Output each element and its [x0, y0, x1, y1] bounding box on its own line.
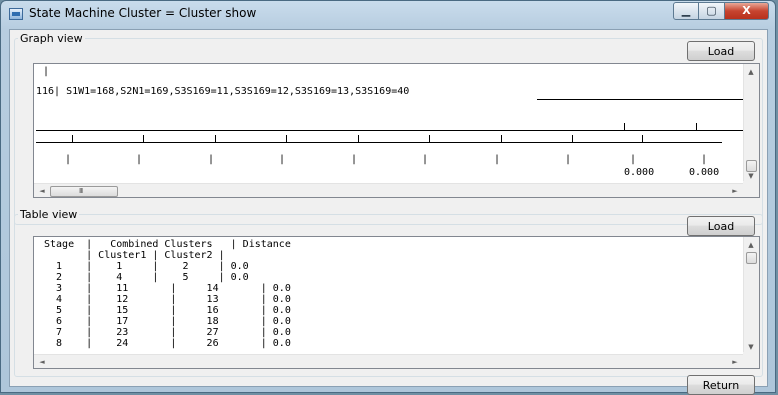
leaf-tick: | [422, 154, 429, 165]
table-row: 5 | 15 | 16 | 0.0 [44, 305, 291, 316]
leaf-tick: | [279, 154, 286, 165]
window-title: State Machine Cluster = Cluster show [29, 6, 257, 20]
close-button[interactable]: X [725, 2, 769, 20]
scroll-up-arrow-icon[interactable]: ▲ [744, 241, 758, 249]
table-load-button[interactable]: Load [687, 216, 755, 236]
dendrogram-baseline [36, 130, 743, 131]
horizontal-scroll-thumb[interactable]: III [50, 186, 118, 197]
table-header-line2: | Cluster1 | Cluster2 | [44, 250, 225, 261]
table-row: 8 | 24 | 26 | 0.0 [44, 338, 291, 349]
distance-value-right: 0.000 [689, 167, 720, 178]
leaf-tick: | [630, 154, 637, 165]
graph-horizontal-scrollbar[interactable]: ◄ III ► [34, 183, 743, 197]
dendrogram-row-line [36, 142, 722, 143]
scroll-up-arrow-icon[interactable]: ▲ [744, 68, 758, 76]
table-row: 3 | 11 | 14 | 0.0 [44, 283, 291, 294]
scroll-right-arrow-icon[interactable]: ► [728, 187, 742, 195]
graph-view-pane[interactable]: | 116| S1W1=168,S2N1=169,S3S169=11,S3S16… [33, 63, 760, 198]
table-row: 7 | 23 | 27 | 0.0 [44, 327, 291, 338]
leaf-tick: | [208, 154, 215, 165]
dendrogram-tick [696, 123, 697, 131]
table-view-pane[interactable]: Stage | Combined Clusters | Distance | C… [33, 236, 760, 369]
maximize-button[interactable]: ▢ [699, 2, 725, 20]
table-row: 6 | 17 | 18 | 0.0 [44, 316, 291, 327]
graph-load-button[interactable]: Load [687, 41, 755, 61]
dendrogram-tick [215, 135, 216, 143]
dendrogram-tick [624, 123, 625, 131]
vertical-scroll-thumb[interactable] [746, 252, 757, 264]
scroll-left-arrow-icon[interactable]: ◄ [35, 358, 49, 366]
leaf-tick: | [136, 154, 143, 165]
table-vertical-scrollbar[interactable]: ▲ ▼ [743, 237, 759, 354]
scrollbar-corner [743, 352, 759, 368]
vertical-scroll-thumb[interactable] [746, 160, 757, 172]
return-button[interactable]: Return [687, 375, 755, 395]
scroll-grip-icon: III [79, 187, 83, 195]
client-area: Graph view Load | 116| S1W1=168,S2N1=169… [9, 29, 768, 395]
leaf-tick: | [494, 154, 501, 165]
dendrogram-tick [358, 135, 359, 143]
graph-line-underline [537, 99, 743, 100]
graph-top-marker: | [43, 66, 50, 77]
dendrogram-tick [429, 135, 430, 143]
dendrogram-tick [572, 135, 573, 143]
distance-value-left: 0.000 [624, 167, 655, 178]
table-row: 4 | 12 | 13 | 0.0 [44, 294, 291, 305]
caption-buttons: ▁ ▢ X [673, 2, 769, 20]
dendrogram-tick [286, 135, 287, 143]
title-bar[interactable]: State Machine Cluster = Cluster show ▁ ▢… [1, 1, 775, 27]
table-row: 2 | 4 | 5 | 0.0 [44, 272, 249, 283]
leaf-tick: | [701, 154, 708, 165]
dendrogram-tick [642, 135, 643, 143]
graph-view-label: Graph view [18, 32, 85, 45]
main-window: State Machine Cluster = Cluster show ▁ ▢… [0, 0, 776, 395]
table-row: 1 | 1 | 2 | 0.0 [44, 261, 249, 272]
table-horizontal-scrollbar[interactable]: ◄ ► [34, 354, 743, 368]
leaf-tick: | [351, 154, 358, 165]
graph-vertical-scrollbar[interactable]: ▲ ▼ [743, 64, 759, 183]
scrollbar-corner [743, 181, 759, 197]
scroll-left-arrow-icon[interactable]: ◄ [35, 187, 49, 195]
scroll-right-arrow-icon[interactable]: ► [728, 358, 742, 366]
app-icon [9, 8, 23, 20]
minimize-button[interactable]: ▁ [673, 2, 699, 20]
scroll-down-arrow-icon[interactable]: ▼ [744, 172, 758, 180]
dendrogram-tick [143, 135, 144, 143]
leaf-tick: | [565, 154, 572, 165]
dendrogram-tick [501, 135, 502, 143]
scroll-down-arrow-icon[interactable]: ▼ [744, 343, 758, 351]
leaf-tick: | [65, 154, 72, 165]
table-header-line1: Stage | Combined Clusters | Distance [44, 239, 291, 250]
graph-cluster-line: 116| S1W1=168,S2N1=169,S3S169=11,S3S169=… [36, 86, 410, 97]
table-view-label: Table view [18, 208, 80, 221]
dendrogram-tick [72, 135, 73, 143]
